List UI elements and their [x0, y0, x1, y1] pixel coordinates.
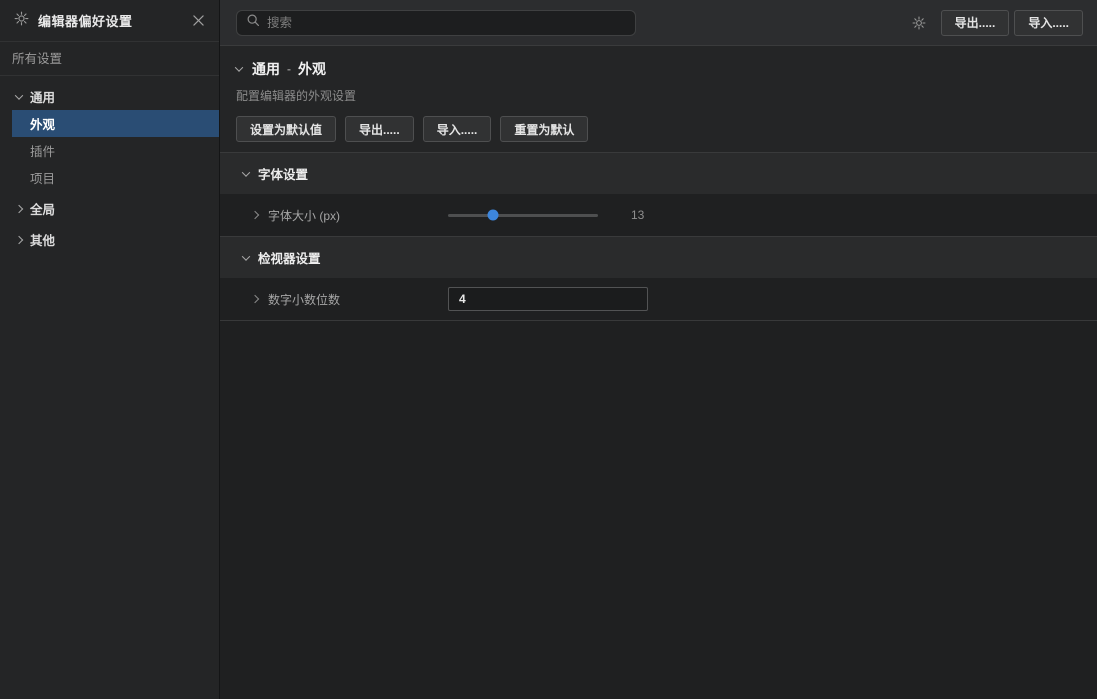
tree-item-label: 项目 — [30, 168, 55, 187]
settings-tree: 通用 外观 插件 项目 全局 其他 — [0, 76, 219, 253]
section-title: 检视器设置 — [258, 248, 321, 267]
tree-category-global[interactable]: 全局 — [0, 195, 219, 222]
slider-thumb[interactable] — [488, 210, 499, 221]
editor-preferences-window: 编辑器偏好设置 所有设置 通用 外观 插件 项目 — [0, 0, 1097, 699]
settings-gear-icon[interactable] — [908, 12, 930, 34]
breadcrumb-category: 通用 — [252, 59, 280, 79]
setting-label: 字体大小 (px) — [268, 207, 340, 224]
gear-icon — [14, 11, 29, 31]
import-button[interactable]: 导入..... — [1014, 10, 1083, 36]
chevron-down-icon — [242, 168, 250, 176]
setting-row-decimal-digits: 数字小数位数 — [220, 278, 1097, 320]
setting-label: 数字小数位数 — [268, 291, 340, 308]
chevron-right-icon — [15, 235, 23, 243]
page-head: 通用 - 外观 配置编辑器的外观设置 设置为默认值 导出..... 导入....… — [220, 46, 1097, 152]
decimal-digits-input[interactable] — [448, 287, 648, 311]
sidebar-item-all-settings[interactable]: 所有设置 — [0, 42, 219, 76]
import-settings-button[interactable]: 导入..... — [423, 116, 492, 142]
tree-item-appearance[interactable]: 外观 — [12, 110, 219, 137]
top-toolbar: 导出..... 导入..... — [220, 0, 1097, 46]
tree-item-plugins[interactable]: 插件 — [0, 137, 219, 164]
tree-category-label: 通用 — [30, 87, 55, 106]
breadcrumb-page: 外观 — [298, 59, 326, 79]
tree-category-other[interactable]: 其他 — [0, 226, 219, 253]
chevron-down-icon — [242, 252, 250, 260]
close-icon[interactable] — [189, 12, 207, 30]
tree-item-project[interactable]: 项目 — [0, 164, 219, 191]
setting-control — [448, 287, 648, 311]
setting-control: 13 — [448, 208, 644, 222]
tree-category-label: 其他 — [30, 230, 55, 249]
chevron-right-icon[interactable] — [251, 295, 259, 303]
export-settings-button[interactable]: 导出..... — [345, 116, 414, 142]
set-default-button[interactable]: 设置为默认值 — [236, 116, 336, 142]
main-panel: 导出..... 导入..... 通用 - 外观 配置编辑器的外观设置 设置为默认… — [220, 0, 1097, 699]
tree-item-label: 插件 — [30, 141, 55, 160]
page-subtitle: 配置编辑器的外观设置 — [236, 87, 1081, 104]
setting-label-wrap: 字体大小 (px) — [220, 207, 448, 224]
tree-category-general[interactable]: 通用 — [0, 83, 219, 110]
search-box[interactable] — [236, 10, 636, 36]
setting-label-wrap: 数字小数位数 — [220, 291, 448, 308]
settings-content: 通用 - 外观 配置编辑器的外观设置 设置为默认值 导出..... 导入....… — [220, 46, 1097, 699]
tree-item-label: 外观 — [30, 114, 55, 133]
search-input[interactable] — [267, 16, 626, 30]
sidebar-header: 编辑器偏好设置 — [0, 0, 219, 42]
search-icon — [246, 13, 260, 32]
page-actions: 设置为默认值 导出..... 导入..... 重置为默认 — [236, 116, 1081, 142]
setting-row-font-size: 字体大小 (px) 13 — [220, 194, 1097, 236]
chevron-right-icon — [15, 204, 23, 212]
section-header-inspector[interactable]: 检视器设置 — [220, 236, 1097, 278]
empty-area — [220, 321, 1097, 699]
export-button[interactable]: 导出..... — [941, 10, 1010, 36]
reset-default-button[interactable]: 重置为默认 — [500, 116, 588, 142]
window-title: 编辑器偏好设置 — [38, 11, 189, 30]
font-size-slider[interactable] — [448, 214, 598, 217]
sidebar: 编辑器偏好设置 所有设置 通用 外观 插件 项目 — [0, 0, 220, 699]
tree-category-label: 全局 — [30, 199, 55, 218]
section-title: 字体设置 — [258, 164, 308, 183]
chevron-down-icon — [15, 91, 23, 99]
slider-value: 13 — [631, 208, 644, 222]
page-title: 通用 - 外观 — [236, 59, 1081, 79]
section-header-font[interactable]: 字体设置 — [220, 152, 1097, 194]
chevron-down-icon[interactable] — [235, 63, 243, 71]
breadcrumb-separator: - — [287, 62, 291, 76]
chevron-right-icon[interactable] — [251, 211, 259, 219]
